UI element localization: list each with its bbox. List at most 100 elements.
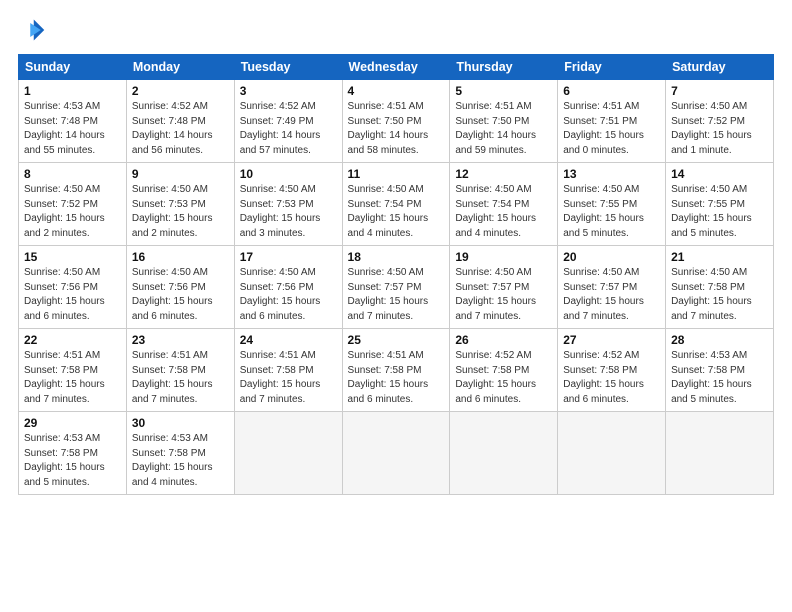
day-info: Sunrise: 4:52 AMSunset: 7:48 PMDaylight:… <box>132 101 213 156</box>
day-number: 18 <box>348 250 445 264</box>
day-info: Sunrise: 4:50 AMSunset: 7:53 PMDaylight:… <box>240 184 321 239</box>
day-number: 29 <box>24 416 121 430</box>
calendar-table: SundayMondayTuesdayWednesdayThursdayFrid… <box>18 54 774 495</box>
calendar-cell: 4 Sunrise: 4:51 AMSunset: 7:50 PMDaylight… <box>342 80 450 163</box>
day-number: 10 <box>240 167 337 181</box>
day-number: 27 <box>563 333 660 347</box>
day-info: Sunrise: 4:50 AMSunset: 7:56 PMDaylight:… <box>240 267 321 322</box>
day-number: 16 <box>132 250 229 264</box>
calendar-cell: 24 Sunrise: 4:51 AMSunset: 7:58 PMDayligh… <box>234 329 342 412</box>
calendar-cell: 13 Sunrise: 4:50 AMSunset: 7:55 PMDayligh… <box>558 163 666 246</box>
day-number: 1 <box>24 84 121 98</box>
logo-icon <box>18 16 46 44</box>
week-row-1: 1 Sunrise: 4:53 AMSunset: 7:48 PMDaylight… <box>19 80 774 163</box>
day-info: Sunrise: 4:51 AMSunset: 7:58 PMDaylight:… <box>240 350 321 405</box>
day-info: Sunrise: 4:51 AMSunset: 7:58 PMDaylight:… <box>132 350 213 405</box>
calendar-cell: 17Sunrise: 4:50 AMSunset: 7:56 PMDayligh… <box>234 246 342 329</box>
calendar-cell: 28 Sunrise: 4:53 AMSunset: 7:58 PMDayligh… <box>666 329 774 412</box>
col-header-monday: Monday <box>126 55 234 80</box>
day-info: Sunrise: 4:50 AMSunset: 7:58 PMDaylight:… <box>671 267 752 322</box>
day-number: 14 <box>671 167 768 181</box>
calendar-cell: 15 Sunrise: 4:50 AMSunset: 7:56 PMDayligh… <box>19 246 127 329</box>
col-header-tuesday: Tuesday <box>234 55 342 80</box>
day-info: Sunrise: 4:50 AMSunset: 7:54 PMDaylight:… <box>348 184 429 239</box>
day-number: 13 <box>563 167 660 181</box>
week-row-3: 15 Sunrise: 4:50 AMSunset: 7:56 PMDayligh… <box>19 246 774 329</box>
calendar-cell: 11 Sunrise: 4:50 AMSunset: 7:54 PMDayligh… <box>342 163 450 246</box>
day-number: 5 <box>455 84 552 98</box>
calendar-cell: 1 Sunrise: 4:53 AMSunset: 7:48 PMDaylight… <box>19 80 127 163</box>
day-info: Sunrise: 4:53 AMSunset: 7:58 PMDaylight:… <box>24 433 105 488</box>
day-info: Sunrise: 4:51 AMSunset: 7:50 PMDaylight:… <box>455 101 536 156</box>
day-info: Sunrise: 4:50 AMSunset: 7:55 PMDaylight:… <box>671 184 752 239</box>
calendar-cell <box>558 412 666 495</box>
day-info: Sunrise: 4:51 AMSunset: 7:50 PMDaylight:… <box>348 101 429 156</box>
col-header-saturday: Saturday <box>666 55 774 80</box>
day-number: 7 <box>671 84 768 98</box>
day-info: Sunrise: 4:52 AMSunset: 7:58 PMDaylight:… <box>563 350 644 405</box>
day-number: 6 <box>563 84 660 98</box>
day-info: Sunrise: 4:51 AMSunset: 7:58 PMDaylight:… <box>24 350 105 405</box>
day-info: Sunrise: 4:53 AMSunset: 7:58 PMDaylight:… <box>671 350 752 405</box>
calendar-cell: 3Sunrise: 4:52 AMSunset: 7:49 PMDaylight… <box>234 80 342 163</box>
calendar-cell <box>450 412 558 495</box>
calendar-cell: 21 Sunrise: 4:50 AMSunset: 7:58 PMDayligh… <box>666 246 774 329</box>
calendar-cell: 25Sunrise: 4:51 AMSunset: 7:58 PMDayligh… <box>342 329 450 412</box>
calendar-cell: 22 Sunrise: 4:51 AMSunset: 7:58 PMDayligh… <box>19 329 127 412</box>
col-header-thursday: Thursday <box>450 55 558 80</box>
col-header-wednesday: Wednesday <box>342 55 450 80</box>
calendar-cell: 12Sunrise: 4:50 AMSunset: 7:54 PMDayligh… <box>450 163 558 246</box>
day-number: 11 <box>348 167 445 181</box>
week-row-2: 8 Sunrise: 4:50 AMSunset: 7:52 PMDaylight… <box>19 163 774 246</box>
calendar-cell: 8 Sunrise: 4:50 AMSunset: 7:52 PMDaylight… <box>19 163 127 246</box>
calendar-cell: 9 Sunrise: 4:50 AMSunset: 7:53 PMDaylight… <box>126 163 234 246</box>
calendar-cell: 6Sunrise: 4:51 AMSunset: 7:51 PMDaylight… <box>558 80 666 163</box>
calendar-cell: 16Sunrise: 4:50 AMSunset: 7:56 PMDayligh… <box>126 246 234 329</box>
day-info: Sunrise: 4:50 AMSunset: 7:57 PMDaylight:… <box>455 267 536 322</box>
calendar-cell: 7 Sunrise: 4:50 AMSunset: 7:52 PMDaylight… <box>666 80 774 163</box>
day-number: 25 <box>348 333 445 347</box>
day-info: Sunrise: 4:50 AMSunset: 7:57 PMDaylight:… <box>563 267 644 322</box>
calendar-cell: 29 Sunrise: 4:53 AMSunset: 7:58 PMDayligh… <box>19 412 127 495</box>
day-number: 20 <box>563 250 660 264</box>
week-row-5: 29 Sunrise: 4:53 AMSunset: 7:58 PMDayligh… <box>19 412 774 495</box>
calendar-cell: 20 Sunrise: 4:50 AMSunset: 7:57 PMDayligh… <box>558 246 666 329</box>
day-info: Sunrise: 4:50 AMSunset: 7:53 PMDaylight:… <box>132 184 213 239</box>
day-number: 22 <box>24 333 121 347</box>
logo <box>18 16 50 44</box>
day-number: 21 <box>671 250 768 264</box>
day-info: Sunrise: 4:50 AMSunset: 7:52 PMDaylight:… <box>671 101 752 156</box>
day-number: 9 <box>132 167 229 181</box>
day-number: 30 <box>132 416 229 430</box>
day-info: Sunrise: 4:50 AMSunset: 7:57 PMDaylight:… <box>348 267 429 322</box>
day-number: 3 <box>240 84 337 98</box>
day-number: 4 <box>348 84 445 98</box>
calendar-cell <box>234 412 342 495</box>
header <box>18 16 774 44</box>
day-info: Sunrise: 4:53 AMSunset: 7:58 PMDaylight:… <box>132 433 213 488</box>
day-number: 23 <box>132 333 229 347</box>
calendar-cell: 27 Sunrise: 4:52 AMSunset: 7:58 PMDayligh… <box>558 329 666 412</box>
col-header-friday: Friday <box>558 55 666 80</box>
col-header-sunday: Sunday <box>19 55 127 80</box>
day-number: 26 <box>455 333 552 347</box>
day-info: Sunrise: 4:50 AMSunset: 7:52 PMDaylight:… <box>24 184 105 239</box>
calendar-cell: 18 Sunrise: 4:50 AMSunset: 7:57 PMDayligh… <box>342 246 450 329</box>
calendar-cell: 5 Sunrise: 4:51 AMSunset: 7:50 PMDaylight… <box>450 80 558 163</box>
day-info: Sunrise: 4:50 AMSunset: 7:54 PMDaylight:… <box>455 184 536 239</box>
calendar-cell: 30 Sunrise: 4:53 AMSunset: 7:58 PMDayligh… <box>126 412 234 495</box>
day-number: 8 <box>24 167 121 181</box>
day-number: 28 <box>671 333 768 347</box>
day-info: Sunrise: 4:50 AMSunset: 7:55 PMDaylight:… <box>563 184 644 239</box>
week-row-4: 22 Sunrise: 4:51 AMSunset: 7:58 PMDayligh… <box>19 329 774 412</box>
calendar-cell: 23 Sunrise: 4:51 AMSunset: 7:58 PMDayligh… <box>126 329 234 412</box>
day-info: Sunrise: 4:52 AMSunset: 7:58 PMDaylight:… <box>455 350 536 405</box>
day-number: 24 <box>240 333 337 347</box>
calendar-header-row: SundayMondayTuesdayWednesdayThursdayFrid… <box>19 55 774 80</box>
page: SundayMondayTuesdayWednesdayThursdayFrid… <box>0 0 792 612</box>
day-number: 19 <box>455 250 552 264</box>
calendar-cell: 14 Sunrise: 4:50 AMSunset: 7:55 PMDayligh… <box>666 163 774 246</box>
day-info: Sunrise: 4:53 AMSunset: 7:48 PMDaylight:… <box>24 101 105 156</box>
day-number: 15 <box>24 250 121 264</box>
day-info: Sunrise: 4:50 AMSunset: 7:56 PMDaylight:… <box>24 267 105 322</box>
